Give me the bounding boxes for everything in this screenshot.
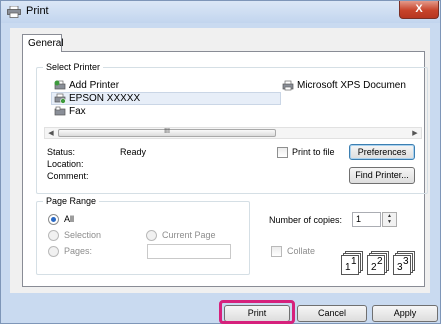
find-printer-button[interactable]: Find Printer... — [349, 167, 415, 184]
fax-icon — [54, 106, 66, 116]
print-button-highlight — [219, 300, 295, 324]
copies-input[interactable]: 1 — [352, 212, 381, 227]
pages-radio[interactable] — [48, 246, 59, 257]
print-to-file-checkbox[interactable] — [277, 147, 288, 158]
location-label: Location: — [47, 159, 84, 169]
select-printer-legend: Select Printer — [46, 62, 101, 72]
pages-radio-label: Pages: — [64, 246, 93, 256]
close-button[interactable]: X — [399, 1, 439, 19]
scroll-left-icon[interactable]: ◀ — [46, 129, 56, 138]
printer-icon — [7, 6, 21, 18]
current-page-radio-label: Current Page — [162, 230, 216, 240]
collate-page-icon: 33 — [393, 255, 411, 275]
printer-name: Fax — [69, 106, 86, 118]
current-page-radio[interactable] — [146, 230, 157, 241]
selection-radio[interactable] — [48, 230, 59, 241]
tab-general[interactable]: General — [22, 34, 64, 52]
selection-radio-label: Selection — [64, 230, 102, 240]
collate-preview: 11 22 33 — [341, 249, 431, 277]
window-title: Print — [26, 5, 49, 17]
title-bar[interactable]: Print X — [1, 1, 440, 23]
number-of-copies-label: Number of copies: — [269, 215, 343, 225]
page-range-legend: Page Range — [46, 196, 97, 206]
spin-down-icon[interactable]: ▼ — [383, 219, 396, 225]
pages-input[interactable] — [147, 244, 231, 259]
printer-name: Microsoft XPS Documen — [297, 80, 406, 92]
printer-item-fax[interactable]: Fax — [54, 106, 86, 117]
comment-label: Comment: — [47, 171, 89, 181]
scroll-thumb[interactable]: III — [58, 128, 276, 137]
status-value: Ready — [120, 147, 147, 157]
printer-name: Add Printer — [69, 80, 120, 92]
collate-page-icon: 22 — [367, 255, 385, 275]
all-radio-label[interactable]: All — [64, 214, 74, 224]
printer-item-xps[interactable]: Microsoft XPS Documen — [282, 80, 406, 91]
apply-button[interactable]: Apply — [372, 305, 438, 322]
printer-item-epson[interactable]: EPSON XXXXX — [54, 93, 140, 104]
collate-page-number: 2 — [377, 256, 383, 267]
collate-page-icon: 11 — [341, 255, 359, 275]
printer-icon — [282, 80, 294, 91]
printer-name: EPSON XXXXX — [69, 93, 141, 105]
collate-checkbox[interactable] — [271, 246, 282, 257]
all-radio[interactable] — [48, 214, 59, 225]
add-printer-icon — [54, 80, 66, 90]
copies-spinner[interactable]: ▲ ▼ — [382, 212, 397, 227]
scroll-thumb-grip: III — [164, 128, 170, 135]
preferences-button[interactable]: Preferences — [349, 144, 415, 160]
printer-item-add[interactable]: Add Printer — [54, 80, 119, 91]
cancel-button[interactable]: Cancel — [297, 305, 367, 322]
status-label: Status: — [47, 147, 76, 157]
collate-label: Collate — [287, 246, 316, 256]
printer-icon — [54, 93, 66, 104]
collate-page-number: 1 — [351, 256, 357, 267]
printer-list-scrollbar[interactable]: ◀ III ▶ — [44, 127, 422, 139]
print-to-file-label[interactable]: Print to file — [292, 147, 335, 157]
scroll-right-icon[interactable]: ▶ — [410, 129, 420, 138]
radio-selected-dot — [51, 217, 56, 222]
collate-page-number: 3 — [403, 256, 409, 267]
